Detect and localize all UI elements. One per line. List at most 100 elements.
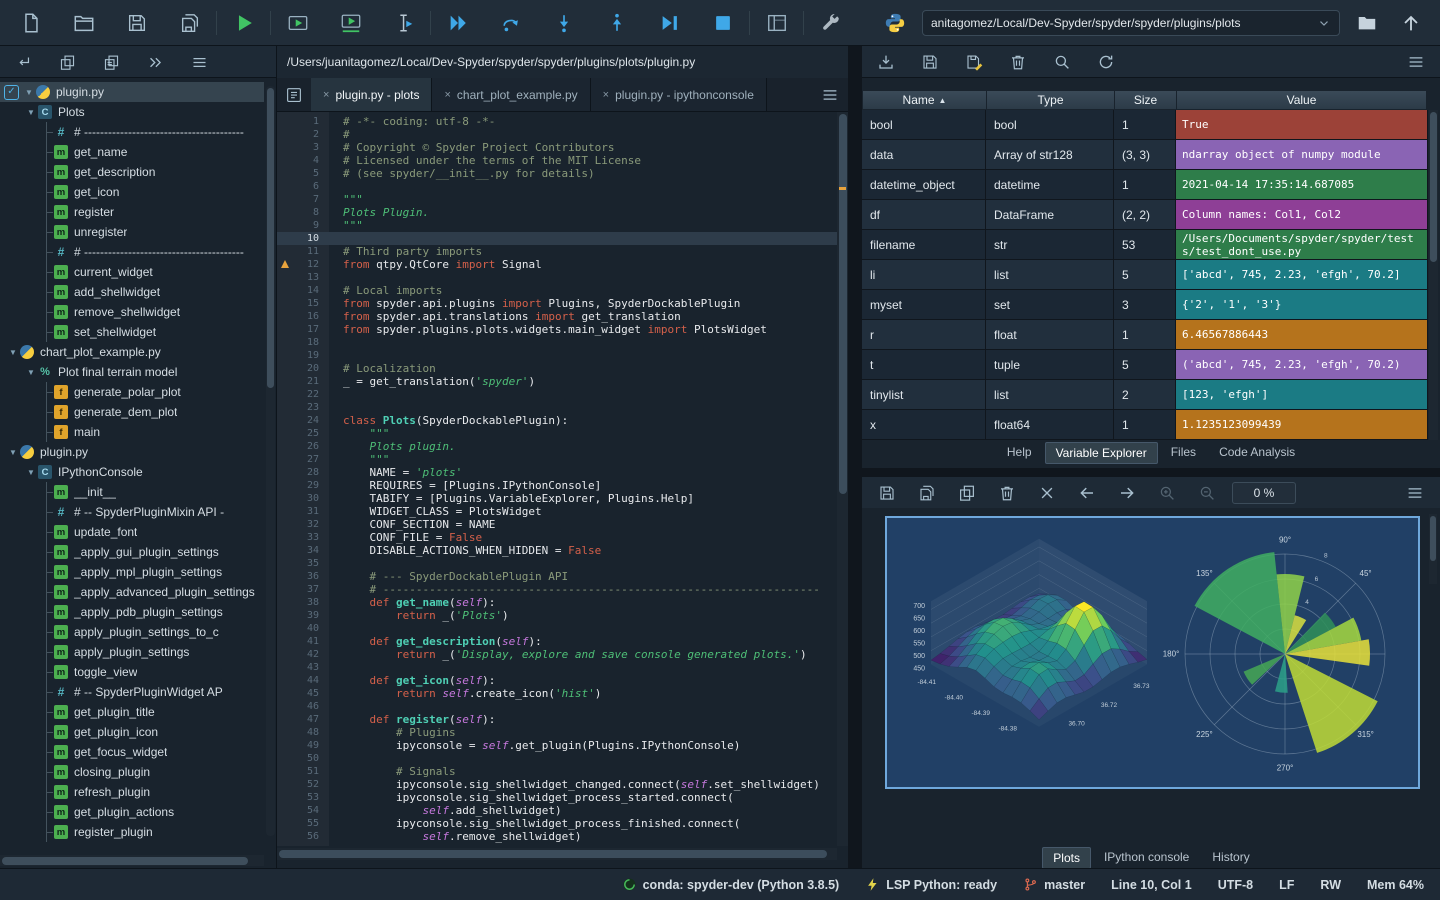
outline-item[interactable]: mregister_plugin [0,822,264,842]
editor-tab[interactable]: ×plugin.py - ipythonconsole [591,78,767,111]
cell-value[interactable]: 2021-04-14 17:35:14.687085 [1176,170,1428,200]
outline-item[interactable]: mcurrent_widget [0,262,264,282]
cell-value[interactable]: True [1176,110,1428,140]
pane-tab-files[interactable]: Files [1161,442,1206,464]
outline-item[interactable]: ✓▼plugin.py [0,82,264,102]
editor-horizontal-scrollbar[interactable] [277,848,837,860]
scrollbar-thumb[interactable] [1430,112,1437,262]
collapse-arrow-icon[interactable]: ▼ [24,468,38,477]
pane-tab-variable-explorer[interactable]: Variable Explorer [1045,442,1158,464]
outline-item[interactable]: mget_plugin_actions [0,802,264,822]
variable-row[interactable]: tinylistlist2[123, 'efgh'] [862,380,1428,410]
outline-item[interactable]: ▼%Plot final terrain model [0,362,264,382]
variable-row[interactable]: datetime_objectdatetime12021-04-14 17:35… [862,170,1428,200]
outline-item[interactable]: mset_shellwidget [0,322,264,342]
outline-item[interactable]: mget_focus_widget [0,742,264,762]
new-file-icon[interactable] [4,5,57,41]
scrollbar-thumb[interactable] [279,850,827,858]
outline-item[interactable]: mget_name [0,142,264,162]
browse-directory-button[interactable] [1350,6,1384,40]
zoom-level-field[interactable]: 0 % [1232,482,1296,504]
outline-item[interactable]: mupdate_font [0,522,264,542]
step-over-icon[interactable] [484,5,537,41]
outline-item[interactable]: mregister [0,202,264,222]
status-item[interactable]: RW [1320,878,1341,892]
outline-item[interactable]: mtoggle_view [0,662,264,682]
panel-splitter[interactable] [848,46,862,868]
variable-row[interactable]: boolbool1True [862,110,1428,140]
working-directory-field[interactable]: anitagomez/Local/Dev-Spyder/spyder/spyde… [922,10,1340,36]
outline-item[interactable]: mget_icon [0,182,264,202]
outline-item[interactable]: ▼CIPythonConsole [0,462,264,482]
outline-item[interactable]: madd_shellwidget [0,282,264,302]
variable-row[interactable]: ttuple5('abcd', 745, 2.23, 'efgh', 70.2) [862,350,1428,380]
cell-value[interactable]: 6.46567886443 [1176,320,1428,350]
status-item[interactable]: UTF-8 [1218,878,1253,892]
debug-continue-icon[interactable] [643,5,696,41]
outline-item[interactable]: fmain [0,422,264,442]
duplicate-icon[interactable] [96,49,126,75]
editor-vertical-scrollbar[interactable] [837,112,848,846]
copy-icon[interactable] [952,480,982,506]
double-chevron-icon[interactable] [140,49,170,75]
preferences-icon[interactable] [804,5,857,41]
stop-icon[interactable] [696,5,749,41]
trash-icon[interactable] [1002,49,1034,75]
cell-value[interactable]: ('abcd', 745, 2.23, 'efgh', 70.2) [1176,350,1428,380]
cell-value[interactable]: {'2', '1', '3'} [1176,290,1428,320]
table-vertical-scrollbar[interactable] [1429,110,1438,440]
file-switcher-icon[interactable] [277,78,311,111]
outline-item[interactable]: m_apply_advanced_plugin_settings [0,582,264,602]
status-item[interactable]: Mem 64% [1367,878,1424,892]
outline-item[interactable]: mapply_plugin_settings_to_c [0,622,264,642]
collapse-arrow-icon[interactable]: ▼ [24,108,38,117]
variable-row[interactable]: dfDataFrame(2, 2)Column names: Col1, Col… [862,200,1428,230]
outline-item[interactable]: mapply_plugin_settings [0,642,264,662]
arrow-left-icon[interactable] [1072,480,1102,506]
outline-item[interactable]: mget_description [0,162,264,182]
debug-icon[interactable] [431,5,484,41]
cell-value[interactable]: 1.1235123099439 [1176,410,1428,440]
run-icon[interactable] [217,5,270,41]
editor-tab[interactable]: ×plugin.py - plots [311,78,432,111]
tabs-menu-icon[interactable] [812,78,848,111]
collapse-arrow-icon[interactable]: ▼ [24,368,38,377]
outline-item[interactable]: munregister [0,222,264,242]
scrollbar-thumb[interactable] [1430,516,1436,561]
scrollbar-thumb[interactable] [2,857,248,865]
cell-value[interactable]: ['abcd', 745, 2.23, 'efgh', 70.2] [1176,260,1428,290]
import-data-icon[interactable] [870,49,902,75]
run-selection-icon[interactable] [377,5,430,41]
outline-item[interactable]: ## -- SpyderPluginWidget AP [0,682,264,702]
zoom-out-icon[interactable] [1192,480,1222,506]
outline-item[interactable]: ## -------------------------------------… [0,122,264,142]
status-item[interactable]: Line 10, Col 1 [1111,878,1192,892]
outline-vertical-scrollbar[interactable] [266,86,275,836]
column-header-type[interactable]: Type [987,91,1115,109]
status-item[interactable]: master [1023,877,1085,892]
outline-item[interactable]: mget_plugin_icon [0,722,264,742]
outline-item[interactable]: mremove_shellwidget [0,302,264,322]
outline-item[interactable]: m__init__ [0,482,264,502]
run-cell-icon[interactable] [271,5,324,41]
variable-row[interactable]: dataArray of str128(3, 3)ndarray object … [862,140,1428,170]
arrow-right-icon[interactable] [1112,480,1142,506]
editor-tab[interactable]: ×chart_plot_example.py [432,78,590,111]
close-tab-icon[interactable]: × [323,89,329,101]
step-into-icon[interactable] [537,5,590,41]
outline-item[interactable]: ▼CPlots [0,102,264,122]
console-tab-history[interactable]: History [1202,847,1259,869]
scrollbar-thumb[interactable] [267,88,274,388]
status-item[interactable]: LSP Python: ready [865,877,997,892]
chevron-down-icon[interactable] [1317,16,1331,30]
column-header-value[interactable]: Value [1177,91,1427,109]
scrollbar-thumb[interactable] [839,114,847,494]
outline-item[interactable]: fgenerate_dem_plot [0,402,264,422]
outline-item[interactable]: mget_plugin_title [0,702,264,722]
refresh-icon[interactable] [1090,49,1122,75]
outline-horizontal-scrollbar[interactable] [0,855,264,866]
column-header-size[interactable]: Size [1115,91,1177,109]
copy-icon[interactable] [52,49,82,75]
variable-row[interactable]: lilist5['abcd', 745, 2.23, 'efgh', 70.2] [862,260,1428,290]
cell-value[interactable]: Column names: Col1, Col2 [1176,200,1428,230]
